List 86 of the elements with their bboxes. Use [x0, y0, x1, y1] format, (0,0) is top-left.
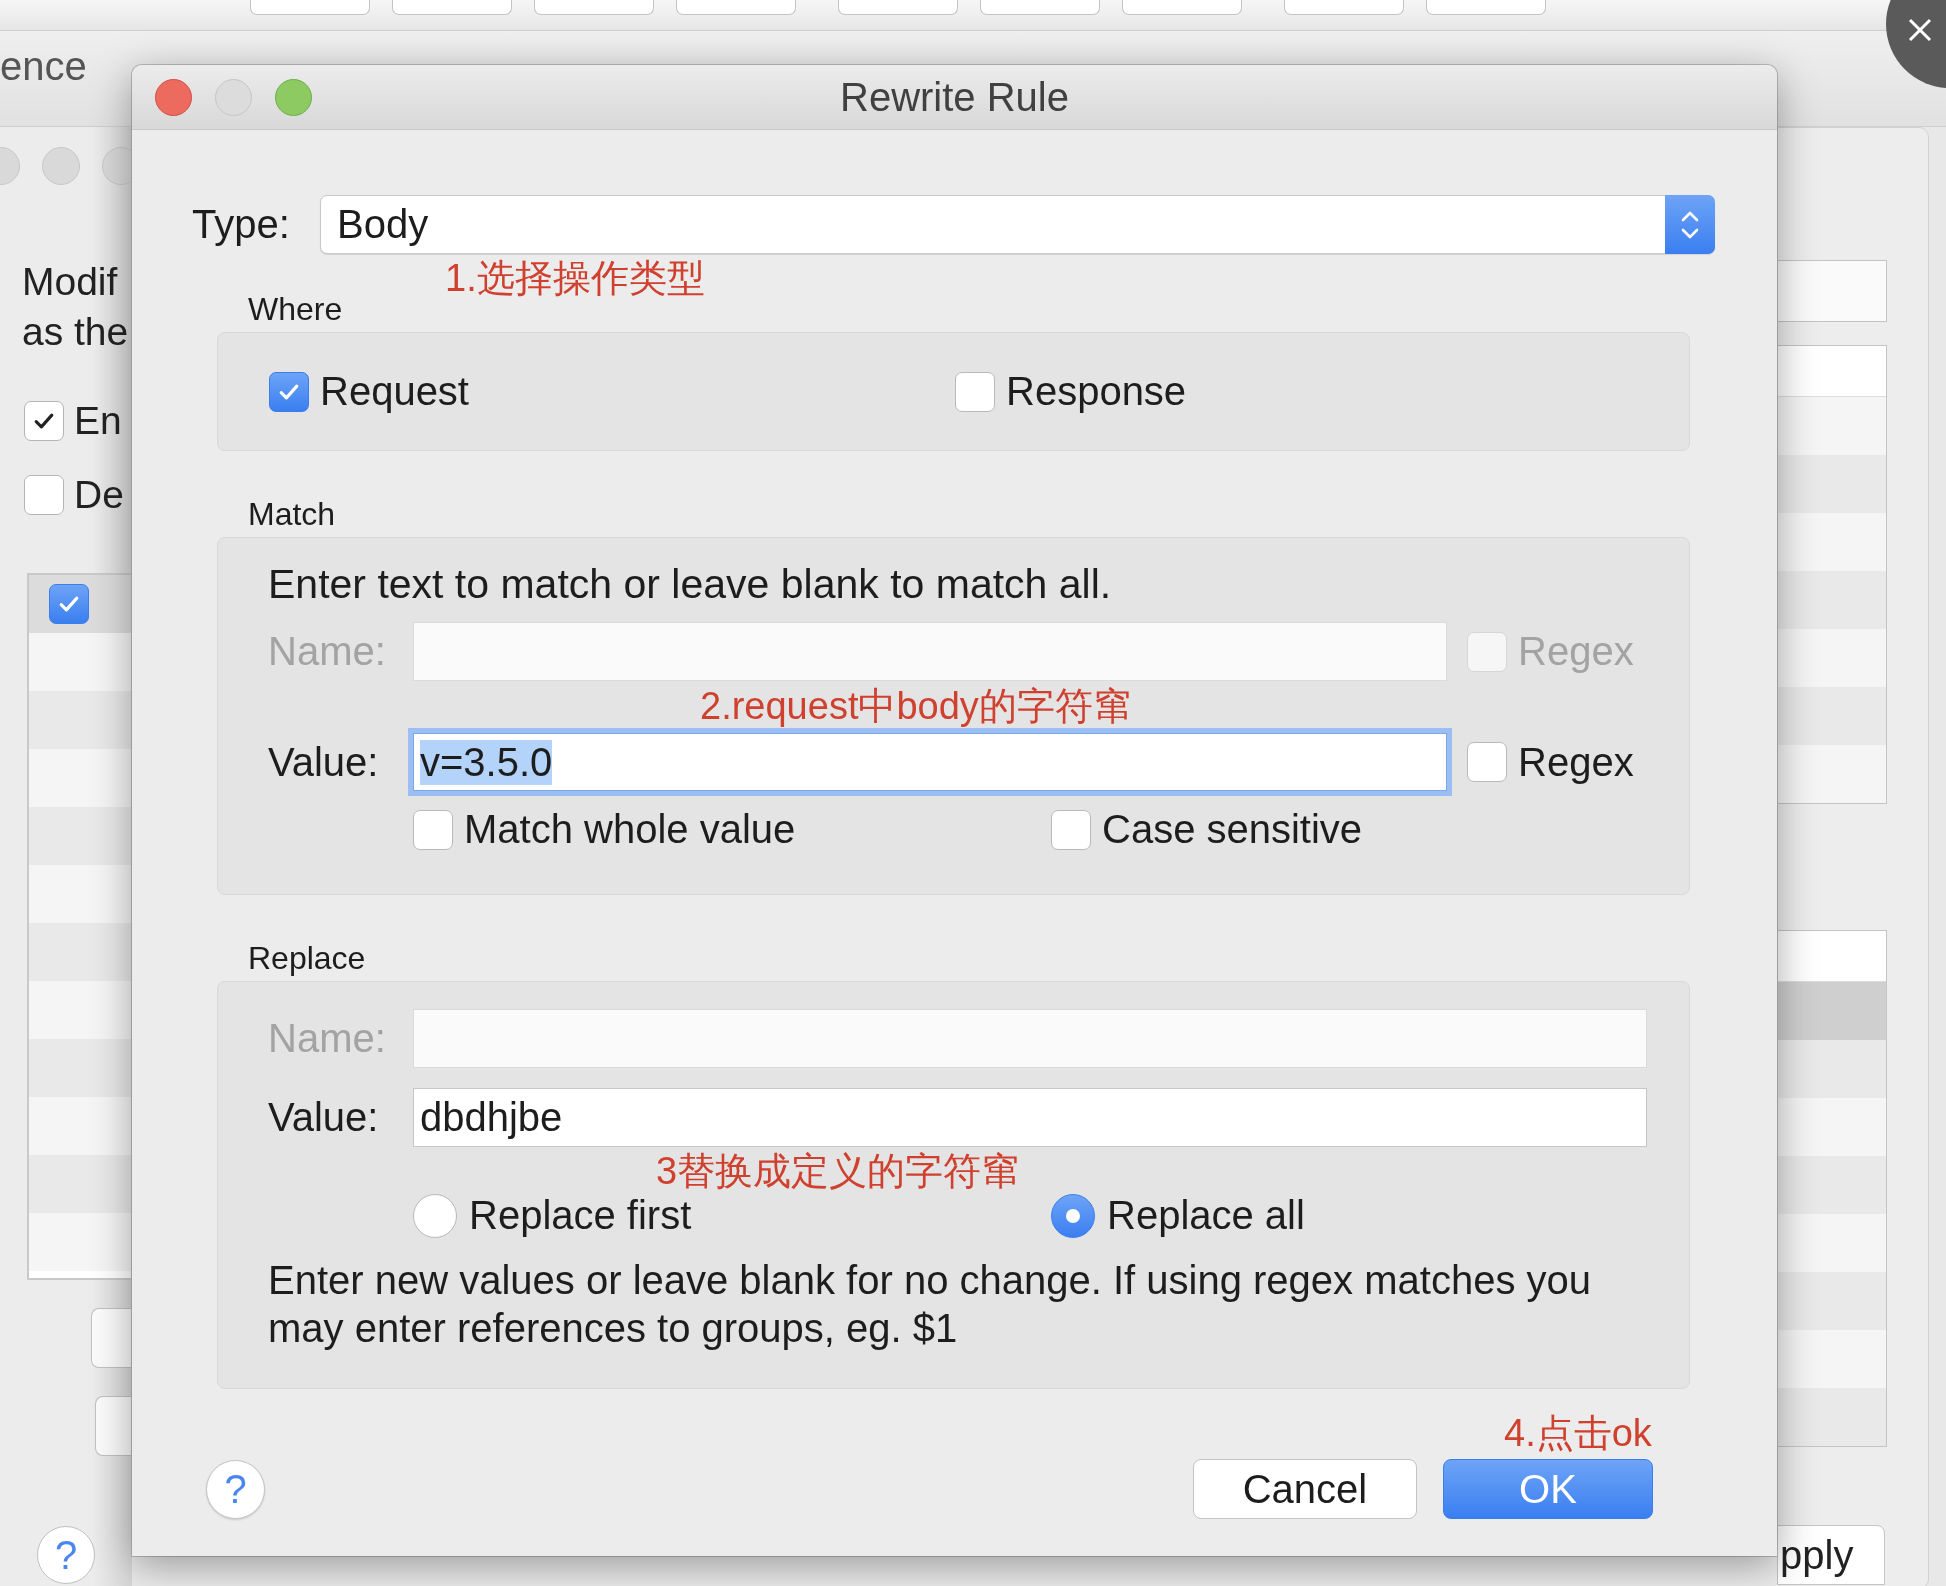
help-button[interactable]: ? — [206, 1459, 265, 1519]
table-row[interactable] — [1778, 1156, 1886, 1214]
toolbar-button[interactable] — [1122, 0, 1242, 15]
toolbar-button[interactable] — [676, 0, 796, 15]
table-row[interactable] — [1778, 745, 1886, 803]
field-label: Value: — [268, 739, 380, 785]
table-row[interactable] — [1778, 1040, 1886, 1098]
annotation-text: 2.request中body的字符窜 — [699, 686, 1132, 726]
annotation-text: 4.点击ok — [1504, 1411, 1652, 1455]
table-row[interactable] — [1778, 687, 1886, 745]
checkbox[interactable] — [269, 371, 309, 412]
close-icon — [1908, 18, 1932, 42]
toolbar-button[interactable] — [250, 0, 370, 15]
table-row[interactable] — [1778, 1214, 1886, 1272]
toolbar-button[interactable] — [534, 0, 654, 15]
table-row[interactable] — [1778, 629, 1886, 687]
table-row[interactable] — [1778, 1388, 1886, 1446]
checkbox[interactable] — [955, 371, 995, 412]
minimize-button[interactable] — [215, 78, 252, 116]
checkbox[interactable] — [1467, 742, 1507, 782]
table-row[interactable] — [29, 749, 132, 807]
tab-label[interactable]: ence — [0, 43, 87, 89]
checkbox-label: Case sensitive — [1102, 807, 1363, 852]
table-row[interactable] — [29, 981, 132, 1039]
section-title: Replace — [248, 939, 367, 977]
type-popup[interactable]: Body — [320, 195, 1715, 254]
checkbox[interactable] — [413, 809, 453, 850]
checkbox-label: Regex — [1518, 739, 1634, 785]
help-button[interactable]: ? — [37, 1526, 95, 1584]
toolbar-button[interactable] — [980, 0, 1100, 15]
table-row[interactable] — [29, 1097, 132, 1155]
radio-button[interactable] — [1051, 1193, 1095, 1238]
note-text: Enter new values or leave blank for no change. If using regex matches you may enter references to groups, eg. $1 — [268, 1257, 1592, 1352]
table-row[interactable] — [29, 807, 132, 865]
field-label: Name: — [268, 629, 387, 674]
checkbox[interactable] — [49, 584, 89, 624]
annotation-text: 3替换成定义的字符窜 — [656, 1149, 1021, 1193]
text-field[interactable]: dbdhjbe — [413, 1088, 1647, 1147]
checkbox-label: Match whole value — [464, 807, 796, 852]
table-row[interactable] — [29, 1155, 132, 1213]
text-field[interactable] — [1777, 260, 1887, 322]
checkbox-label: De — [74, 473, 124, 517]
zoom-button[interactable] — [275, 78, 312, 116]
field-label: Name: — [268, 1016, 387, 1061]
checkbox-label: Response — [1006, 369, 1187, 414]
description-text: Modif — [22, 259, 119, 305]
table-row[interactable] — [29, 1213, 132, 1271]
field-label: Value: — [268, 1095, 380, 1140]
toolbar-button[interactable] — [838, 0, 958, 15]
checkbox-label: Request — [320, 369, 469, 414]
toolbar-button[interactable] — [1284, 0, 1404, 15]
radio-label: Replace first — [469, 1193, 692, 1238]
table-row[interactable] — [29, 691, 132, 749]
type-label: Type: — [192, 202, 291, 247]
table-row[interactable] — [29, 1039, 132, 1097]
checkbox-label: En — [74, 399, 122, 443]
checkbox[interactable] — [24, 401, 64, 441]
window-button[interactable] — [42, 147, 80, 185]
checkbox[interactable] — [24, 475, 64, 515]
table-row[interactable] — [29, 633, 132, 691]
window-button[interactable] — [102, 147, 132, 185]
table-row[interactable] — [1778, 1098, 1886, 1156]
table-row[interactable] — [1778, 982, 1886, 1040]
toolbar-button[interactable] — [1426, 0, 1546, 15]
radio-label: Replace all — [1107, 1193, 1305, 1238]
table-row[interactable] — [1778, 455, 1886, 513]
table-row[interactable] — [1778, 1330, 1886, 1388]
checkbox-label: Regex — [1518, 629, 1634, 674]
table-row[interactable] — [1778, 397, 1886, 455]
hint-text: Enter text to match or leave blank to match all. — [268, 560, 1113, 608]
description-text: as the — [22, 309, 130, 355]
apply-button[interactable]: pply — [1777, 1525, 1885, 1585]
close-button[interactable] — [155, 78, 192, 116]
window-title: Rewrite Rule — [840, 74, 1069, 119]
table-row[interactable] — [1778, 513, 1886, 571]
radio-button[interactable] — [413, 1193, 457, 1238]
toolbar-button[interactable] — [392, 0, 512, 15]
table-row[interactable] — [29, 865, 132, 923]
section-title: Where — [248, 290, 344, 328]
checkbox[interactable] — [1051, 809, 1091, 850]
section-title: Match — [248, 495, 337, 533]
table-row[interactable] — [1778, 1272, 1886, 1330]
cancel-button[interactable]: Cancel — [1193, 1459, 1417, 1519]
table-row[interactable] — [1778, 571, 1886, 629]
table-row[interactable] — [29, 923, 132, 981]
annotation-text: 1.选择操作类型 — [445, 256, 705, 300]
